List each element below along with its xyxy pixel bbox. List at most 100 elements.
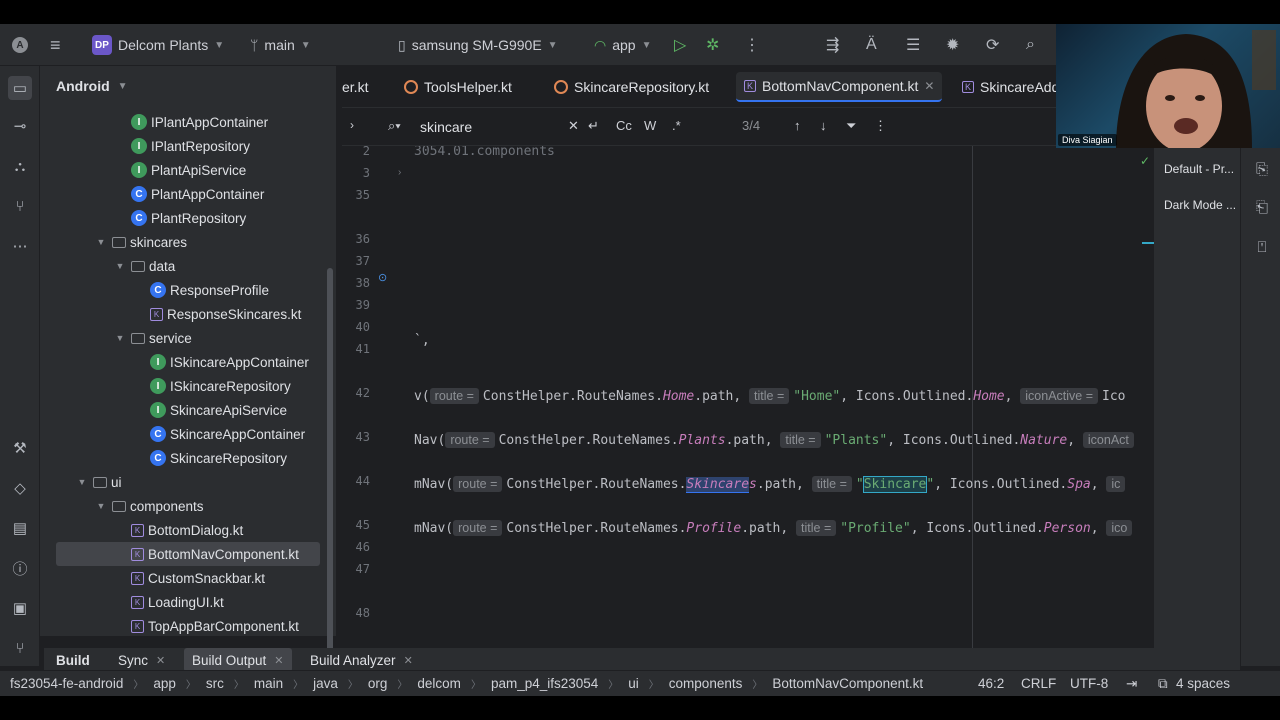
- expand-arrow-icon[interactable]: ▼: [113, 261, 127, 271]
- device-manager-icon[interactable]: ⍞: [1251, 236, 1273, 258]
- commit-icon[interactable]: ⊸: [8, 114, 32, 138]
- debug-button[interactable]: ✲: [706, 24, 719, 66]
- caret-position[interactable]: 46:2: [978, 676, 1004, 691]
- expand-arrow-icon[interactable]: ▼: [94, 501, 108, 511]
- tree-item[interactable]: I IPlantAppContainer: [56, 110, 320, 134]
- gradle-icon[interactable]: ⎗: [1251, 196, 1273, 218]
- problems-icon[interactable]: ⓘ: [8, 556, 32, 580]
- indent-setting[interactable]: 4 spaces: [1176, 676, 1230, 691]
- breadcrumb-item[interactable]: components: [669, 676, 743, 691]
- tree-item[interactable]: ▼ ui: [56, 470, 320, 494]
- tab-build[interactable]: Build: [48, 648, 98, 672]
- more-actions-button[interactable]: ⋮: [744, 24, 760, 66]
- device-selector[interactable]: ▯ samsung SM-G990E ▼: [398, 24, 558, 66]
- search-everywhere-button[interactable]: ⌕: [1026, 24, 1035, 66]
- gem-icon[interactable]: ◇: [8, 476, 32, 500]
- project-view-selector[interactable]: Android ▼: [56, 78, 128, 94]
- expand-arrow-icon[interactable]: ▼: [75, 477, 89, 487]
- terminal-icon[interactable]: ▣: [8, 596, 32, 620]
- breadcrumb-item[interactable]: fs23054-fe-android: [10, 676, 123, 691]
- tree-item[interactable]: C PlantAppContainer: [56, 182, 320, 206]
- more-vertical-icon[interactable]: ⋮: [874, 118, 887, 134]
- tree-item[interactable]: C SkincareAppContainer: [56, 422, 320, 446]
- tree-item[interactable]: C SkincareRepository: [56, 446, 320, 470]
- breadcrumb-item[interactable]: BottomNavComponent.kt: [772, 676, 923, 691]
- notifications-icon[interactable]: ⎘: [1251, 158, 1273, 180]
- format-icon[interactable]: ⇥: [1126, 676, 1137, 692]
- clear-icon[interactable]: ✕: [568, 118, 579, 134]
- breadcrumb-item[interactable]: org: [368, 676, 388, 691]
- close-icon[interactable]: ✕: [156, 654, 165, 667]
- tree-item[interactable]: I ISkincareAppContainer: [56, 350, 320, 374]
- editor-tab[interactable]: ToolsHelper.kt: [396, 72, 520, 102]
- git-icon[interactable]: ⑂: [8, 636, 32, 660]
- project-folder-icon[interactable]: ▭: [8, 76, 32, 100]
- close-icon[interactable]: ✕: [274, 654, 283, 667]
- app-logo-icon[interactable]: A: [12, 24, 28, 66]
- breadcrumb-item[interactable]: delcom: [417, 676, 461, 691]
- breadcrumb-item[interactable]: main: [254, 676, 283, 691]
- tree-item[interactable]: C ResponseProfile: [56, 278, 320, 302]
- run-config-selector[interactable]: ◠ app ▼: [594, 24, 651, 66]
- words-toggle[interactable]: W: [644, 118, 656, 133]
- line-separator[interactable]: CRLF: [1021, 676, 1056, 691]
- find-input[interactable]: skincare: [420, 119, 472, 135]
- tree-item[interactable]: ▼ components: [56, 494, 320, 518]
- toolbar-action-4[interactable]: ✹: [946, 24, 959, 66]
- more-tools-icon[interactable]: ⋯: [8, 234, 32, 258]
- new-line-icon[interactable]: ↵: [588, 118, 599, 134]
- run-button[interactable]: ▷: [674, 24, 686, 66]
- breadcrumb-item[interactable]: src: [206, 676, 224, 691]
- expand-arrow-icon[interactable]: ▼: [113, 333, 127, 343]
- expand-replace-icon[interactable]: ›: [350, 118, 354, 132]
- tree-item[interactable]: K LoadingUI.kt: [56, 590, 320, 614]
- close-icon[interactable]: ✕: [924, 79, 934, 93]
- tab-sync[interactable]: Sync ✕: [110, 648, 173, 672]
- breadcrumb-item[interactable]: app: [153, 676, 176, 691]
- tree-item[interactable]: C PlantRepository: [56, 206, 320, 230]
- editor-tab-active[interactable]: K BottomNavComponent.kt ✕: [736, 72, 943, 102]
- breadcrumb-item[interactable]: pam_p4_ifs23054: [491, 676, 598, 691]
- filter-icon[interactable]: ⏷: [846, 118, 856, 134]
- branch-selector[interactable]: ᛘ main ▼: [250, 24, 311, 66]
- tree-item[interactable]: ▼ data: [56, 254, 320, 278]
- regex-toggle[interactable]: .*: [672, 118, 681, 133]
- tree-item[interactable]: I PlantApiService: [56, 158, 320, 182]
- tree-item[interactable]: K ResponseSkincares.kt: [56, 302, 320, 326]
- tab-build-analyzer[interactable]: Build Analyzer ✕: [302, 648, 421, 672]
- code-area[interactable]: 3054.01.components `, v(route = ConstHelp…: [414, 146, 1154, 666]
- toolbar-action-1[interactable]: ⇶: [826, 24, 839, 66]
- tree-item[interactable]: I SkincareApiService: [56, 398, 320, 422]
- close-icon[interactable]: ✕: [404, 654, 413, 667]
- fold-arrow-icon[interactable]: ›: [398, 167, 401, 178]
- tree-item[interactable]: I ISkincareRepository: [56, 374, 320, 398]
- override-marker-icon[interactable]: ⊙: [378, 271, 387, 284]
- editor-tab[interactable]: er.kt: [334, 72, 376, 102]
- preview-item[interactable]: Dark Mode ...: [1164, 198, 1236, 212]
- file-encoding[interactable]: UTF-8: [1070, 676, 1108, 691]
- project-selector[interactable]: DP Delcom Plants ▼: [92, 24, 224, 66]
- match-case-toggle[interactable]: Cc: [616, 118, 632, 133]
- tree-item[interactable]: ▼ skincares: [56, 230, 320, 254]
- tree-item[interactable]: K BottomDialog.kt: [56, 518, 320, 542]
- tree-item[interactable]: K TopAppBarComponent.kt: [56, 614, 320, 638]
- previous-occurrence-icon[interactable]: ↑: [794, 118, 801, 133]
- preview-item[interactable]: Default - Pr...: [1164, 162, 1234, 176]
- expand-arrow-icon[interactable]: ▼: [94, 237, 108, 247]
- next-occurrence-icon[interactable]: ↓: [820, 118, 827, 133]
- logcat-icon[interactable]: ▤: [8, 516, 32, 540]
- toolbar-action-2[interactable]: Ä: [866, 24, 877, 66]
- breadcrumb-item[interactable]: java: [313, 676, 338, 691]
- tab-build-output[interactable]: Build Output ✕: [184, 648, 292, 672]
- toolbar-action-5[interactable]: ⟳: [986, 24, 999, 66]
- editor-tab[interactable]: SkincareRepository.kt: [546, 72, 717, 102]
- toolbar-action-3[interactable]: ☰: [906, 24, 920, 66]
- tree-item[interactable]: K BottomNavComponent.kt: [56, 542, 320, 566]
- tree-item[interactable]: ▼ service: [56, 326, 320, 350]
- build-hammer-icon[interactable]: ⚒: [8, 436, 32, 460]
- pull-requests-icon[interactable]: ⑂: [8, 194, 32, 218]
- tree-item[interactable]: I IPlantRepository: [56, 134, 320, 158]
- breadcrumb-item[interactable]: ui: [628, 676, 639, 691]
- editor-tab[interactable]: K SkincareAdd: [954, 72, 1067, 102]
- main-menu-icon[interactable]: ≡: [50, 24, 61, 66]
